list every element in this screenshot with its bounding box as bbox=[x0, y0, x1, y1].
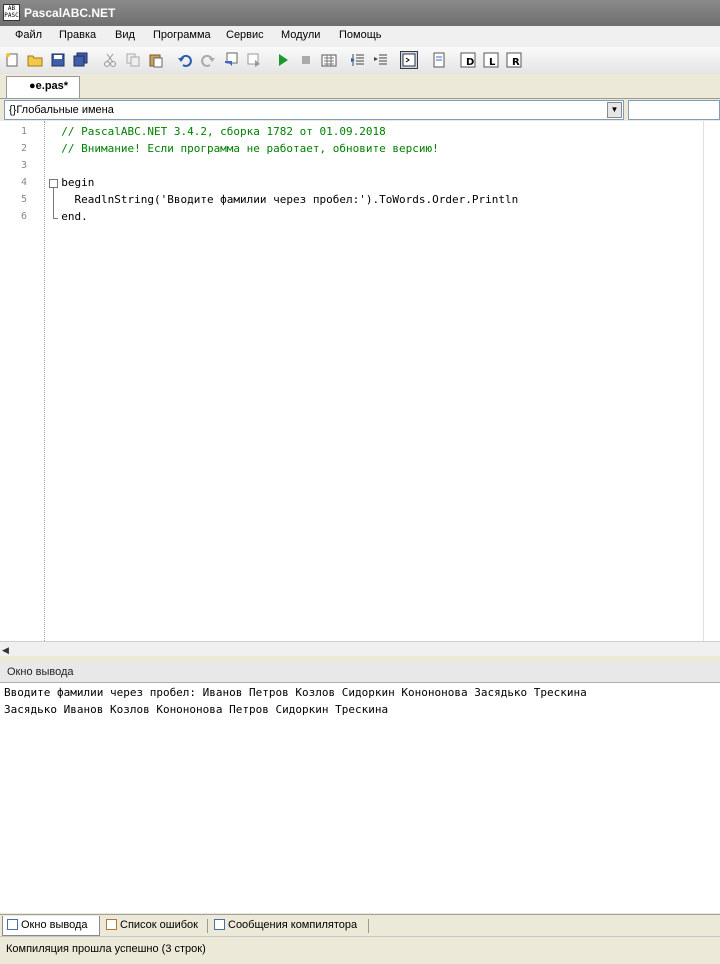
menu-file[interactable]: Файл bbox=[15, 29, 42, 41]
line-number: 2 bbox=[21, 143, 28, 154]
line-number: 1 bbox=[21, 126, 28, 137]
tab-output-window-label: Окно вывода bbox=[21, 919, 88, 931]
window-title: PascalABC.NET bbox=[24, 6, 116, 20]
chevron-down-icon[interactable]: ▼ bbox=[607, 102, 622, 118]
code-line-4: begin bbox=[48, 176, 95, 189]
code-line-5: ReadlnString('Вводите фамилии через проб… bbox=[48, 193, 519, 206]
compile-icon[interactable] bbox=[320, 51, 338, 69]
redo-icon[interactable] bbox=[199, 51, 217, 69]
tab-compiler-messages-label: Сообщения компилятора bbox=[228, 919, 358, 931]
bottom-tab-bar: Окно вывода Список ошибок Сообщения комп… bbox=[0, 914, 720, 937]
line-number-gutter: 1 2 3 4 5 6 bbox=[0, 121, 44, 641]
debug-step-icon[interactable] bbox=[349, 51, 367, 69]
output-line: Засядько Иванов Козлов Конононова Петров… bbox=[4, 703, 389, 716]
console-icon[interactable] bbox=[400, 51, 418, 69]
save-all-icon[interactable] bbox=[72, 51, 90, 69]
output-panel[interactable]: Вводите фамилии через пробел: Иванов Пет… bbox=[0, 683, 720, 913]
status-bar: Компиляция прошла успешно (3 строк) bbox=[0, 936, 720, 964]
code-line-1: // PascalABC.NET 3.4.2, сборка 1782 от 0… bbox=[48, 125, 386, 138]
svg-text:D: D bbox=[466, 57, 474, 68]
tab-output-window[interactable]: Окно вывода bbox=[2, 916, 100, 936]
svg-text:L: L bbox=[489, 57, 496, 68]
line-number: 6 bbox=[21, 211, 28, 222]
svg-text:R: R bbox=[512, 57, 520, 68]
watch-r-icon[interactable]: R bbox=[505, 51, 523, 69]
scope-bar: {}Глобальные имена ▼ bbox=[0, 99, 720, 121]
menu-program[interactable]: Программа bbox=[153, 29, 211, 41]
output-panel-title: Окно вывода bbox=[7, 666, 74, 678]
menu-service[interactable]: Сервис bbox=[226, 29, 264, 41]
member-selector[interactable] bbox=[628, 100, 720, 120]
horizontal-scrollbar[interactable]: ◀ bbox=[0, 641, 720, 657]
watch-d-icon[interactable]: D bbox=[459, 51, 477, 69]
line-number: 3 bbox=[21, 160, 28, 171]
copy-icon[interactable] bbox=[124, 51, 142, 69]
menu-edit[interactable]: Правка bbox=[59, 29, 96, 41]
open-folder-icon[interactable] bbox=[26, 51, 44, 69]
tab-error-list[interactable]: Список ошибок bbox=[102, 916, 206, 936]
cut-icon[interactable] bbox=[101, 51, 119, 69]
code-editor[interactable]: 1 2 3 4 5 6 // PascalABC.NET 3.4.2, сбор… bbox=[0, 121, 720, 641]
scroll-left-icon[interactable]: ◀ bbox=[2, 645, 9, 656]
compiler-messages-icon bbox=[214, 919, 225, 930]
comment-block-icon[interactable] bbox=[222, 51, 240, 69]
title-bar: AB PASC PascalABC.NET bbox=[0, 0, 720, 26]
output-window-icon bbox=[7, 919, 18, 930]
stop-icon[interactable] bbox=[297, 51, 315, 69]
line-number: 5 bbox=[21, 194, 28, 205]
tab-e-pas[interactable]: ●e.pas* bbox=[6, 76, 80, 98]
paste-icon[interactable] bbox=[147, 51, 165, 69]
run-icon[interactable] bbox=[274, 51, 292, 69]
menu-modules[interactable]: Модули bbox=[281, 29, 320, 41]
watch-l-icon[interactable]: L bbox=[482, 51, 500, 69]
scope-selector-value: {}Глобальные имена bbox=[9, 104, 114, 116]
undo-icon[interactable] bbox=[176, 51, 194, 69]
code-line-6: end. bbox=[48, 210, 88, 223]
tab-divider bbox=[368, 919, 369, 933]
menu-bar: Файл Правка Вид Программа Сервис Модули … bbox=[0, 26, 720, 48]
scope-selector[interactable]: {}Глобальные имена ▼ bbox=[4, 100, 624, 120]
menu-help[interactable]: Помощь bbox=[339, 29, 382, 41]
status-text: Компиляция прошла успешно (3 строк) bbox=[6, 943, 206, 955]
code-line-2: // Внимание! Если программа не работает,… bbox=[48, 142, 439, 155]
line-number: 4 bbox=[21, 177, 28, 188]
error-list-icon bbox=[106, 919, 117, 930]
app-logo-icon: AB PASC bbox=[3, 4, 20, 21]
output-panel-header: Окно вывода bbox=[0, 662, 720, 683]
toolbar: D L R bbox=[0, 47, 720, 75]
uncomment-block-icon[interactable] bbox=[245, 51, 263, 69]
output-line: Вводите фамилии через пробел: Иванов Пет… bbox=[4, 686, 587, 699]
editor-right-margin bbox=[703, 121, 720, 641]
save-icon[interactable] bbox=[49, 51, 67, 69]
tab-compiler-messages[interactable]: Сообщения компилятора bbox=[210, 916, 368, 936]
document-tab-bar: ●e.pas* bbox=[0, 74, 720, 99]
tab-divider bbox=[207, 919, 208, 933]
form-designer-icon[interactable] bbox=[430, 51, 448, 69]
tab-error-list-label: Список ошибок bbox=[120, 919, 198, 931]
new-file-icon[interactable] bbox=[3, 51, 21, 69]
debug-step-over-icon[interactable] bbox=[372, 51, 390, 69]
menu-view[interactable]: Вид bbox=[115, 29, 135, 41]
gutter-divider bbox=[44, 121, 45, 641]
